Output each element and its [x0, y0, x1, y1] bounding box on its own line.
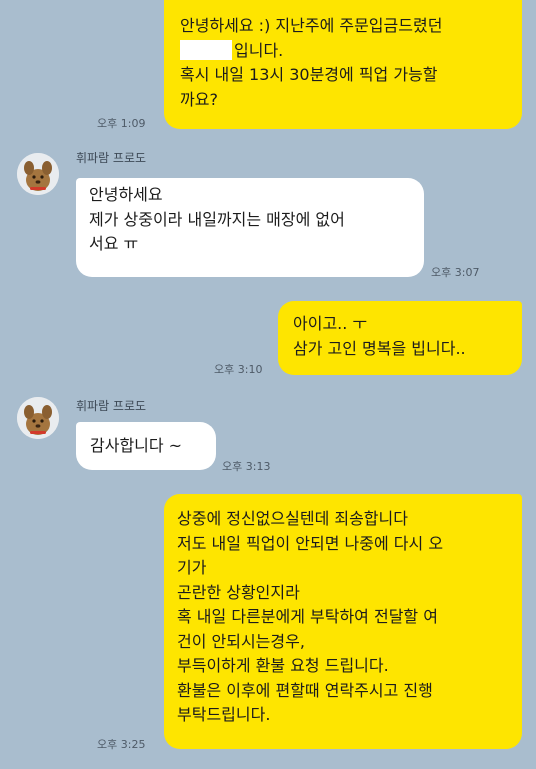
their-message-bubble: 안녕하세요 제가 상중이라 내일까지는 매장에 없어 서요 ㅠ	[76, 178, 424, 277]
message-timestamp: 오후 1:09	[97, 117, 146, 130]
message-timestamp: 오후 3:25	[97, 738, 146, 751]
my-message-bubble: 아이고.. ㅜ 삼가 고인 명복을 빕니다..	[278, 301, 522, 375]
my-message-bubble: 상중에 정신없으실텐데 죄송합니다 저도 내일 픽업이 안되면 나중에 다시 오…	[164, 494, 522, 749]
message-text-line: 안녕하세요 :) 지난주에 주문입금드렸던	[180, 16, 443, 35]
their-message-bubble: 감사합니다 ~	[76, 422, 216, 470]
avatar[interactable]	[17, 153, 59, 195]
message-text-line: 입니다.	[234, 40, 284, 60]
brown-dog-character-icon	[17, 153, 59, 195]
sender-name: 휘파람 프로도	[76, 399, 147, 413]
sender-name: 휘파람 프로도	[76, 151, 147, 165]
message-text-line: 혹시 내일 13시 30분경에 픽업 가능할	[180, 65, 438, 84]
brown-dog-character-icon	[17, 397, 59, 439]
avatar[interactable]	[17, 397, 59, 439]
message-timestamp: 오후 3:07	[431, 266, 480, 279]
message-text-line: 까요?	[180, 89, 218, 109]
redacted-block	[180, 39, 232, 60]
message-timestamp: 오후 3:10	[214, 363, 263, 376]
my-message-bubble: 안녕하세요 :) 지난주에 주문입금드렸던 입니다. 혹시 내일 13시 30분…	[164, 0, 522, 129]
message-timestamp: 오후 3:13	[222, 460, 271, 473]
